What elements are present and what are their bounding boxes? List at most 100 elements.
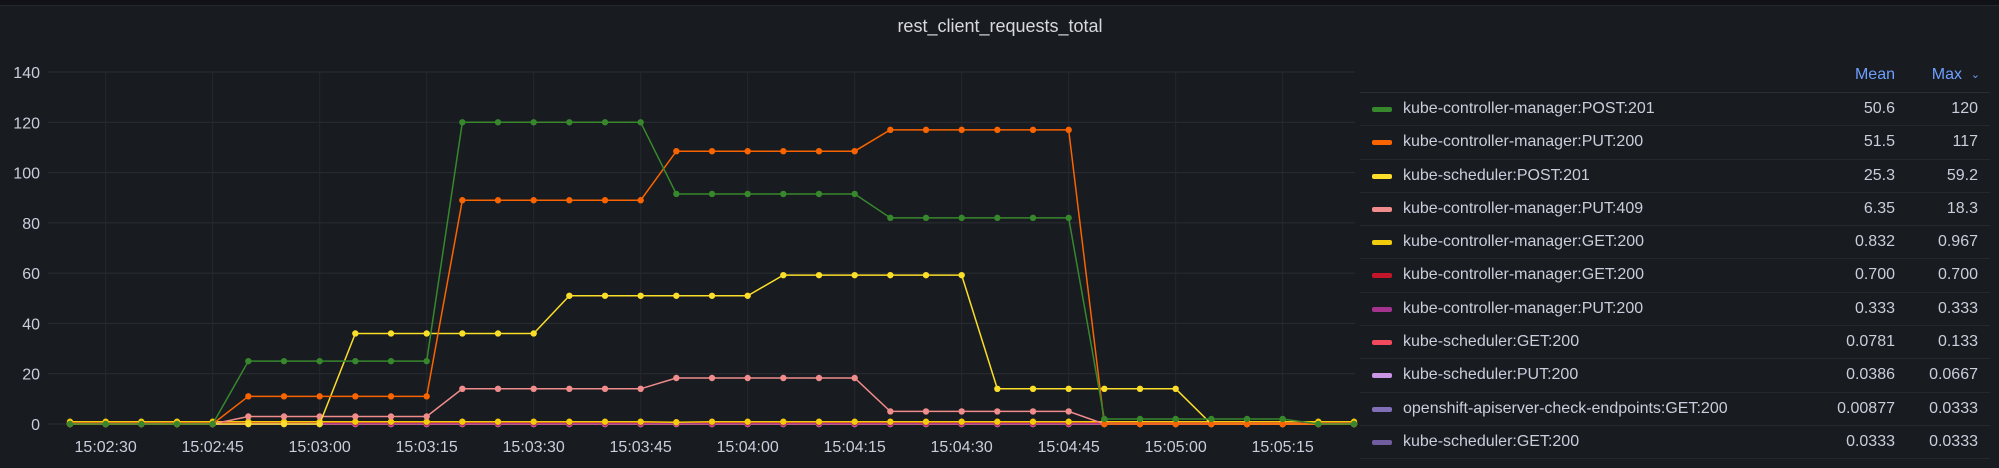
legend-row[interactable]: kube-controller-manager:GET:200 0.700 0.…	[1360, 259, 1990, 293]
data-point	[601, 292, 609, 299]
data-point	[245, 413, 252, 420]
data-point	[673, 292, 680, 299]
data-point	[851, 148, 858, 155]
x-tick-label: 15:02:30	[75, 439, 137, 456]
data-point	[922, 418, 930, 425]
legend-row[interactable]: kube-controller-manager:GET:200 0.832 0.…	[1360, 226, 1990, 260]
legend-row[interactable]: openshift-apiserver-check-endpoints:GET:…	[1360, 393, 1990, 426]
data-point	[673, 148, 680, 155]
data-point	[958, 408, 965, 415]
series-name: openshift-apiserver-check-endpoints:GET:…	[1403, 399, 1728, 417]
series-max: 0.0667	[1929, 366, 1978, 384]
data-point	[1029, 385, 1037, 392]
series-color-swatch	[1372, 140, 1392, 146]
series-max: 0.133	[1937, 333, 1978, 351]
legend-row[interactable]: kube-scheduler:POST:201 25.3 59.2	[1360, 160, 1990, 193]
data-point	[994, 126, 1001, 134]
data-point	[1065, 418, 1072, 425]
data-point	[530, 197, 537, 204]
legend-row[interactable]: kube-scheduler:GET:200 0.0333 0.0333	[1360, 426, 1990, 460]
series-color-swatch	[1372, 206, 1392, 212]
legend-row[interactable]: kube-scheduler:GET:200 0.0781 0.133	[1360, 326, 1990, 360]
series-color-swatch	[1372, 373, 1392, 379]
legend-row[interactable]: kube-scheduler:PUT:200 0.0386 0.0667	[1360, 359, 1990, 393]
data-point	[1065, 408, 1072, 415]
series-name: kube-scheduler:GET:200	[1403, 432, 1580, 450]
data-point	[423, 393, 430, 400]
data-point	[316, 420, 323, 428]
data-point	[494, 119, 502, 126]
data-point	[566, 292, 573, 299]
data-point	[280, 357, 288, 365]
data-point	[922, 126, 930, 134]
data-point	[601, 385, 609, 392]
series-color-swatch	[1372, 273, 1392, 279]
data-point	[566, 119, 573, 126]
x-axis-ticks: 15:02:30 15:02:45 15:03:00 15:03:15 15:03:30…	[75, 439, 1314, 456]
data-point	[887, 214, 894, 222]
data-point	[1172, 415, 1179, 423]
data-point	[1350, 420, 1358, 428]
data-point	[280, 413, 288, 420]
x-tick-label: 15:04:15	[824, 439, 886, 456]
data-point	[637, 197, 644, 204]
series-mean: 51.5	[1863, 133, 1895, 151]
series-name: kube-controller-manager:POST:201	[1403, 100, 1655, 117]
data-point	[744, 418, 751, 425]
data-point	[637, 385, 644, 392]
series-mean: 0.0386	[1846, 366, 1895, 384]
data-point	[316, 357, 323, 365]
series	[66, 271, 1358, 428]
data-point	[1208, 415, 1215, 423]
grid	[48, 71, 1355, 428]
data-point	[1029, 126, 1037, 134]
data-point	[922, 271, 930, 279]
legend-row[interactable]: kube-controller-manager:PUT:200 0.333 0.…	[1360, 293, 1990, 327]
data-point	[780, 148, 787, 155]
data-point	[173, 420, 181, 428]
x-tick-label: 15:05:00	[1145, 439, 1207, 456]
mean-column-header[interactable]: Mean	[1855, 66, 1895, 84]
data-point	[1243, 415, 1251, 423]
data-point	[280, 393, 288, 400]
series-mean: 6.35	[1863, 199, 1895, 217]
data-point	[815, 271, 823, 279]
data-point	[459, 330, 466, 337]
data-point	[1172, 385, 1179, 392]
data-point	[780, 190, 787, 198]
data-point	[994, 385, 1001, 392]
series-color-swatch	[1372, 240, 1392, 246]
data-point	[637, 418, 644, 425]
data-point	[673, 190, 680, 198]
y-tick-label: 100	[13, 166, 40, 183]
max-column-header[interactable]: Max	[1932, 66, 1962, 84]
series-mean: 0.700	[1854, 266, 1895, 284]
series-mean: 25.3	[1863, 166, 1895, 184]
data-point	[637, 292, 644, 299]
data-point	[673, 374, 680, 382]
data-point	[744, 374, 751, 382]
data-point	[601, 197, 609, 204]
data-point	[387, 393, 395, 400]
data-point	[530, 385, 537, 392]
series-max: 59.2	[1946, 166, 1978, 184]
series-mean: 0.00877	[1837, 399, 1895, 417]
data-point	[922, 214, 930, 222]
x-tick-label: 15:04:30	[931, 439, 993, 456]
legend-table: Mean Max ⌄ kube-controller-manager:POST:…	[1360, 60, 1990, 460]
data-point	[1279, 415, 1286, 423]
sort-chevron-down-icon[interactable]: ⌄	[1971, 68, 1980, 81]
data-point	[280, 420, 288, 428]
data-point	[708, 190, 716, 198]
series-max: 120	[1951, 100, 1978, 117]
legend-row[interactable]: kube-controller-manager:PUT:200 51.5 117	[1360, 126, 1990, 160]
y-tick-label: 140	[13, 65, 40, 82]
data-point	[780, 418, 787, 425]
data-point	[708, 374, 716, 382]
legend-row[interactable]: kube-controller-manager:PUT:409 6.35 18.…	[1360, 193, 1990, 227]
data-point	[1101, 385, 1108, 392]
data-point	[387, 330, 395, 337]
x-tick-label: 15:03:00	[289, 439, 351, 456]
legend-row[interactable]: kube-controller-manager:POST:201 50.6 12…	[1360, 93, 1990, 127]
data-point	[352, 357, 359, 365]
